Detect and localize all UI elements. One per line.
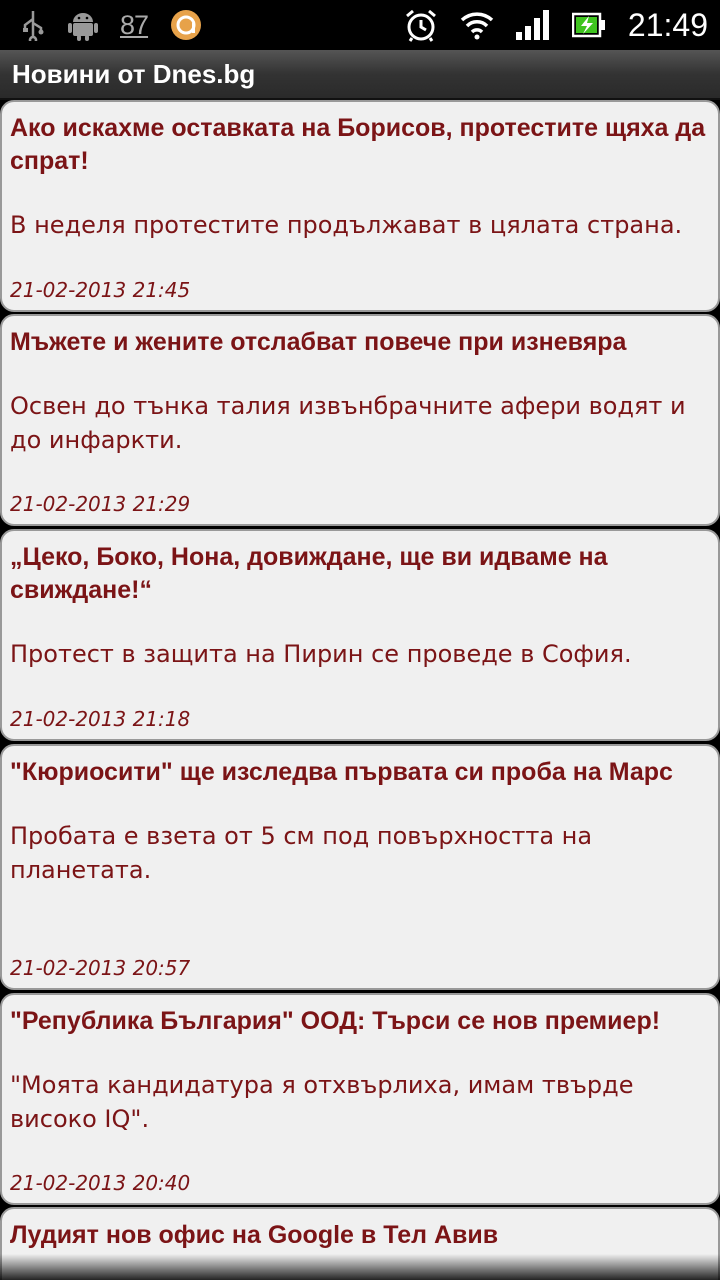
- news-item[interactable]: "Кюриосити" ще изследва първата си проба…: [0, 744, 720, 990]
- news-date: 21-02-2013 21:45: [10, 278, 191, 302]
- news-summary: В неделя протестите продължават в цялата…: [10, 211, 683, 239]
- news-item[interactable]: Мъжете и жените отслабват повече при изн…: [0, 314, 720, 526]
- news-date: 21-02-2013 20:57: [10, 956, 191, 980]
- news-title: Ако искахме оставката на Борисов, протес…: [10, 114, 706, 175]
- news-title: Лудият нов офис на Google в Тел Авив: [10, 1221, 499, 1249]
- status-left: 87: [20, 9, 202, 41]
- app-title: Новини от Dnes.bg: [12, 58, 256, 89]
- wifi-icon: [460, 10, 494, 40]
- news-summary: "Моята кандидатура я отхвърлиха, имам тв…: [10, 1071, 634, 1133]
- list-fade: [0, 1254, 720, 1280]
- app-title-bar: Новини от Dnes.bg: [0, 50, 720, 100]
- usb-icon: [20, 9, 46, 41]
- notification-count: 87: [120, 9, 149, 40]
- news-title: „Цеко, Боко, Нона, довиждане, ще ви идва…: [10, 543, 608, 604]
- alarm-icon: [404, 8, 438, 42]
- news-date: 21-02-2013 21:18: [10, 707, 191, 731]
- news-date: 21-02-2013 21:29: [10, 492, 191, 516]
- news-title: "Република България" ООД: Търси се нов п…: [10, 1007, 661, 1035]
- news-item[interactable]: "Република България" ООД: Търси се нов п…: [0, 993, 720, 1205]
- news-summary: Протест в защита на Пирин се проведе в С…: [10, 640, 632, 668]
- news-summary: Пробата е взета от 5 см под повърхността…: [10, 822, 593, 884]
- status-time: 21:49: [627, 6, 708, 43]
- news-item[interactable]: „Цеко, Боко, Нона, довиждане, ще ви идва…: [0, 529, 720, 741]
- news-date: 21-02-2013 20:40: [10, 1171, 191, 1195]
- battery-charging-icon: [571, 12, 606, 38]
- status-bar: 87 21:49: [0, 0, 720, 50]
- signal-icon: [515, 10, 550, 40]
- news-title: Мъжете и жените отслабват повече при изн…: [10, 328, 627, 356]
- news-title: "Кюриосити" ще изследва първата си проба…: [10, 758, 673, 786]
- news-item[interactable]: Ако искахме оставката на Борисов, протес…: [0, 100, 720, 312]
- news-list[interactable]: Ако искахме оставката на Борисов, протес…: [0, 100, 720, 1280]
- news-summary: Освен до тънка талия извънбрачните афери…: [10, 392, 686, 454]
- app-notification-icon: [170, 9, 202, 41]
- status-right: 21:49: [404, 7, 708, 44]
- android-debug-icon: [68, 9, 98, 41]
